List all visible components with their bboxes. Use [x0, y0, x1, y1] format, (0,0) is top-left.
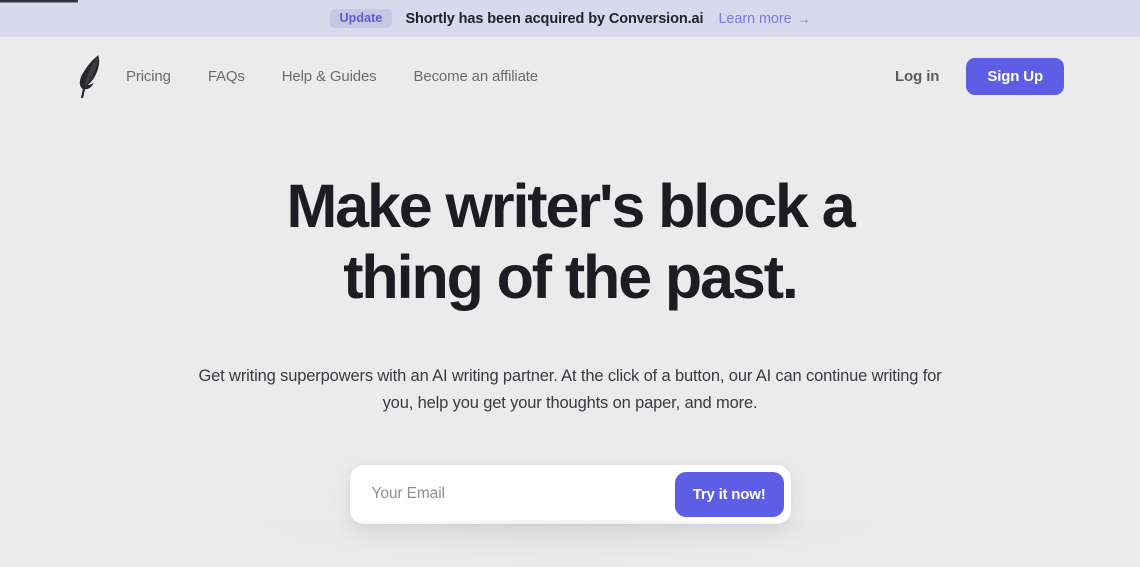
learn-more-label: Learn more	[718, 10, 792, 27]
signup-button[interactable]: Sign Up	[966, 57, 1064, 95]
browser-tab-edge	[0, 0, 78, 3]
nav-item-become-an-affiliate[interactable]: Become an affiliate	[414, 62, 539, 91]
header-actions: Log in Sign Up	[895, 57, 1064, 95]
update-badge: Update	[329, 8, 393, 29]
email-input[interactable]	[371, 464, 675, 524]
announcement-banner: Update Shortly has been acquired by Conv…	[0, 0, 1140, 37]
learn-more-link[interactable]: Learn more →	[718, 11, 810, 27]
login-link[interactable]: Log in	[895, 68, 939, 85]
hero-subheadline: Get writing superpowers with an AI writi…	[198, 366, 942, 412]
try-it-now-button[interactable]: Try it now!	[674, 471, 784, 517]
arrow-right-icon: →	[796, 10, 811, 26]
primary-navigation: Pricing FAQs Help & Guides Become an aff…	[126, 62, 538, 91]
hero-section: Make writer's block a thing of the past.…	[0, 115, 1140, 524]
headline-line-2: thing of the past.	[343, 242, 799, 311]
headline-line-1: Make writer's block a	[286, 172, 855, 240]
site-header: Pricing FAQs Help & Guides Become an aff…	[0, 37, 1140, 115]
form-shadow-halo	[260, 520, 880, 566]
logo-link[interactable]	[78, 52, 104, 100]
email-signup-form: Try it now!	[349, 464, 791, 524]
nav-item-help-guides[interactable]: Help & Guides	[282, 62, 377, 91]
announcement-banner-content: Update Shortly has been acquired by Conv…	[329, 8, 811, 29]
announcement-message: Shortly has been acquired by Conversion.…	[405, 10, 704, 27]
page-title: Make writer's block a thing of the past.	[210, 171, 930, 313]
nav-item-pricing[interactable]: Pricing	[126, 62, 171, 91]
nav-item-faqs[interactable]: FAQs	[208, 62, 245, 91]
feather-quill-icon	[78, 52, 104, 100]
